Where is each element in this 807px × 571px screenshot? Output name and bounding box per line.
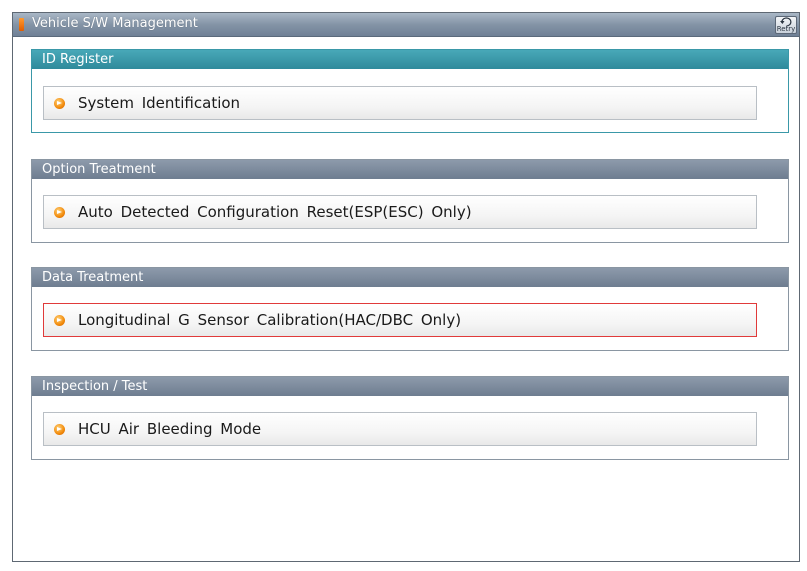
menu-item-label: Longitudinal G Sensor Calibration(HAC/DB… (78, 311, 462, 329)
arrow-bullet-icon (54, 424, 65, 435)
section-header-inspection-test: Inspection / Test (32, 377, 788, 396)
arrow-bullet-icon (54, 98, 65, 109)
window-title: Vehicle S/W Management (32, 16, 198, 31)
arrow-bullet-icon (54, 207, 65, 218)
window-titlebar: Vehicle S/W Management Retry (13, 13, 799, 37)
section-header-id-register: ID Register (32, 50, 788, 69)
retry-button[interactable]: Retry (775, 16, 797, 34)
retry-label: Retry (776, 25, 796, 33)
menu-item-longitudinal-g-sensor-calibration[interactable]: Longitudinal G Sensor Calibration(HAC/DB… (43, 303, 757, 337)
section-inspection-test: Inspection / Test HCU Air Bleeding Mode (31, 376, 789, 460)
menu-item-hcu-air-bleeding-mode[interactable]: HCU Air Bleeding Mode (43, 412, 757, 446)
section-header-data-treatment: Data Treatment (32, 268, 788, 287)
section-header-option-treatment: Option Treatment (32, 160, 788, 179)
menu-item-label: HCU Air Bleeding Mode (78, 420, 262, 438)
section-data-treatment: Data Treatment Longitudinal G Sensor Cal… (31, 267, 789, 351)
menu-item-label: Auto Detected Configuration Reset(ESP(ES… (78, 203, 472, 221)
menu-item-auto-detected-configuration-reset[interactable]: Auto Detected Configuration Reset(ESP(ES… (43, 195, 757, 229)
vehicle-sw-management-window: Vehicle S/W Management Retry ID Register… (12, 12, 800, 562)
menu-item-system-identification[interactable]: System Identification (43, 86, 757, 120)
section-option-treatment: Option Treatment Auto Detected Configura… (31, 159, 789, 243)
menu-item-label: System Identification (78, 94, 241, 112)
orange-bar-icon (19, 18, 24, 31)
arrow-bullet-icon (54, 315, 65, 326)
section-id-register: ID Register System Identification (31, 49, 789, 133)
